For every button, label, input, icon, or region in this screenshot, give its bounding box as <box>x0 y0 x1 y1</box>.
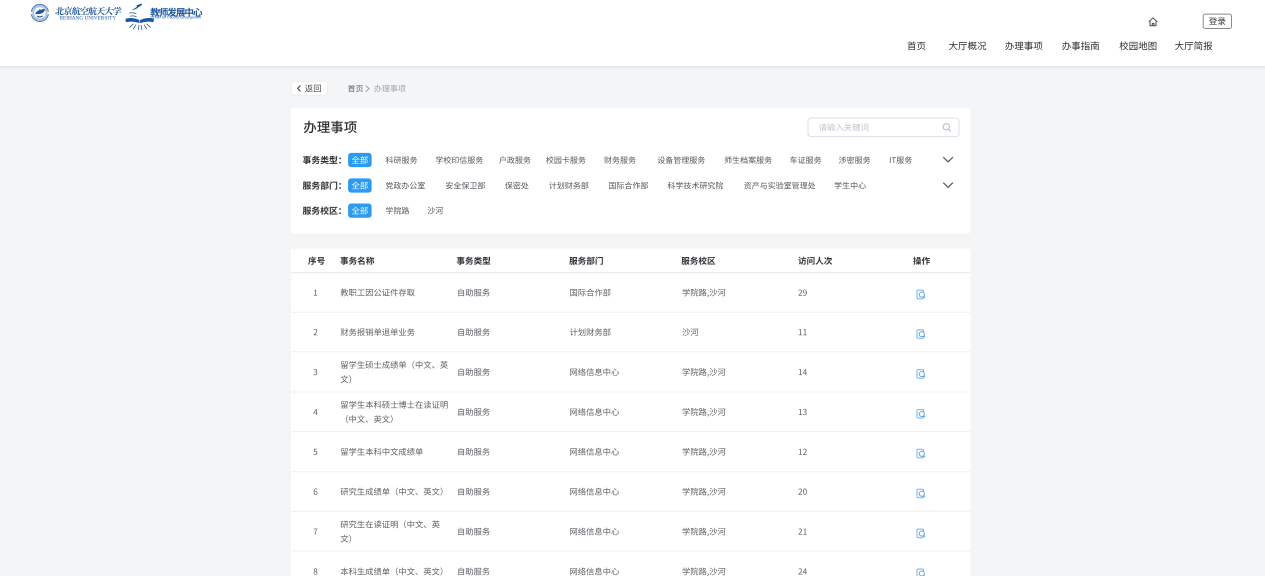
svg-text:Center for Faculty Development: Center for Faculty Development <box>150 16 201 20</box>
svg-text:BEIHANG UNIVERSITY: BEIHANG UNIVERSITY <box>60 16 117 22</box>
